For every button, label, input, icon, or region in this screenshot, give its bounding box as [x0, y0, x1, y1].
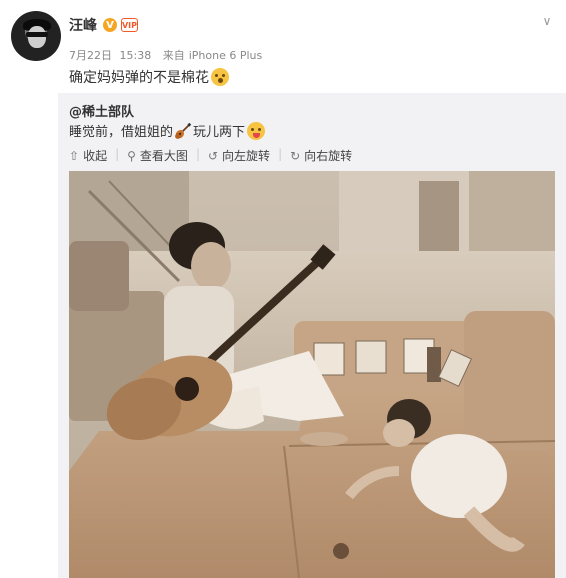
post-text: 确定妈妈弹的不是棉花 [69, 67, 229, 87]
rotate-right-button[interactable]: ↻ 向右旋转 [290, 147, 352, 164]
chevron-down-icon[interactable]: ∨ [540, 14, 554, 28]
view-large-button[interactable]: ⚲ 查看大图 [127, 147, 188, 164]
collapse-label: 收起 [83, 149, 108, 163]
divider: | [195, 147, 200, 161]
username-link[interactable]: 汪峰 [69, 15, 97, 35]
repost-text: 睡觉前，借姐姐的 玩儿两下 [69, 121, 266, 140]
post-date[interactable]: 7月22日 [69, 49, 112, 62]
post-date-link[interactable]: 7月22日 15:38 [69, 49, 155, 62]
rotate-left-icon: ↺ [207, 148, 219, 163]
divider: | [115, 147, 120, 161]
rotate-right-icon: ↻ [290, 148, 301, 163]
view-large-label: 查看大图 [139, 149, 188, 163]
avatar-face [28, 26, 46, 48]
tongue-out-emoji-icon [247, 121, 266, 140]
avatar-sunglasses [26, 32, 48, 37]
repost-card: @稀土部队 睡觉前，借姐姐的 玩儿两下 ⇧ 收起 | ⚲ 查看大图 | ↺ 向左… [58, 93, 566, 578]
magnifier-icon: ⚲ [127, 148, 136, 163]
source-link[interactable]: iPhone 6 Plus [189, 49, 263, 62]
weibo-post: 汪峰 V VIP ∨ 7月22日 15:38 来自 iPhone 6 Plus 确… [0, 0, 566, 578]
post-time[interactable]: 15:38 [120, 49, 152, 62]
rotate-right-label: 向右旋转 [304, 149, 353, 163]
rotate-left-button[interactable]: ↺ 向左旋转 [208, 147, 270, 164]
member-badge-icon[interactable]: VIP [121, 18, 138, 32]
photo-illustration [69, 171, 555, 578]
collapse-button[interactable]: ⇧ 收起 [69, 147, 107, 164]
repost-text-after: 玩儿两下 [193, 125, 246, 140]
collapse-arrow-icon: ⇧ [69, 148, 80, 163]
verified-badge-icon[interactable]: V [103, 18, 117, 32]
rotate-left-label: 向左旋转 [222, 149, 271, 163]
repost-author-link[interactable]: @稀土部队 [69, 101, 134, 120]
user-avatar[interactable] [11, 11, 61, 61]
image-actions-bar: ⇧ 收起 | ⚲ 查看大图 | ↺ 向左旋转 | ↻ 向右旋转 [69, 147, 360, 164]
post-photo[interactable] [69, 171, 555, 578]
guitar-emoji-icon [175, 122, 192, 139]
post-text-content: 确定妈妈弹的不是棉花 [69, 70, 209, 86]
repost-text-before: 睡觉前，借姐姐的 [69, 125, 174, 140]
post-header: 汪峰 V VIP [69, 14, 138, 36]
yawn-emoji-icon [211, 68, 229, 86]
post-meta: 7月22日 15:38 来自 iPhone 6 Plus [69, 47, 266, 63]
divider: | [278, 147, 283, 161]
source-prefix: 来自 [162, 49, 185, 62]
